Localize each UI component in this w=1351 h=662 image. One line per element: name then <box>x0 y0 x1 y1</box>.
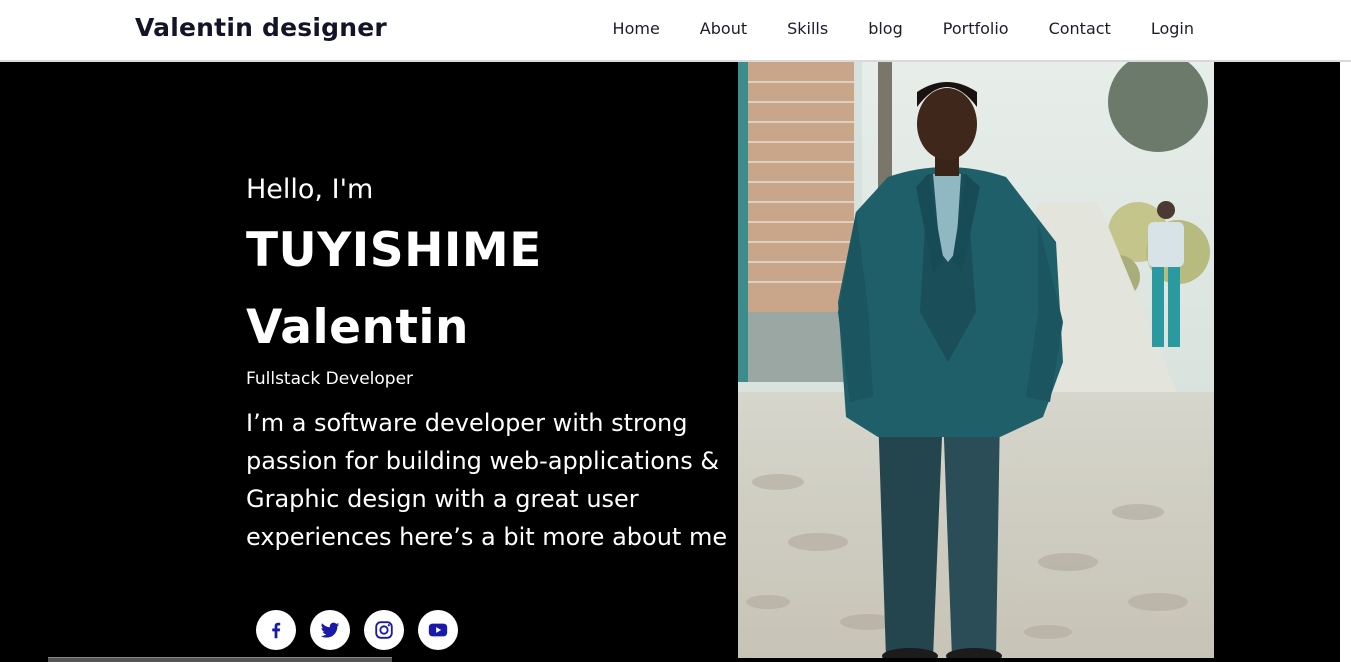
youtube-icon <box>428 623 448 637</box>
twitter-link[interactable] <box>310 610 350 650</box>
brand-logo[interactable]: Valentin designer <box>135 13 387 42</box>
main-nav: Home About Skills blog Portfolio Contact… <box>613 19 1194 39</box>
profile-photo <box>738 62 1214 658</box>
nav-portfolio[interactable]: Portfolio <box>943 19 1009 39</box>
youtube-link[interactable] <box>418 610 458 650</box>
instagram-link[interactable] <box>364 610 404 650</box>
nav-contact[interactable]: Contact <box>1049 19 1111 39</box>
twitter-icon <box>320 622 340 638</box>
instagram-icon <box>375 621 393 639</box>
horizontal-scrollbar[interactable] <box>48 657 392 662</box>
hero-name-first: TUYISHIME <box>246 223 542 278</box>
nav-about[interactable]: About <box>700 19 747 39</box>
hero-intro: Hello, I'm TUYISHIME Valentin Fullstack … <box>246 168 736 556</box>
page-edge <box>1340 62 1351 662</box>
hero-name-last: Valentin <box>246 300 470 355</box>
facebook-link[interactable] <box>256 610 296 650</box>
facebook-icon <box>272 622 281 639</box>
hero-greeting: Hello, I'm <box>246 174 374 205</box>
social-links <box>256 610 458 650</box>
profile-photo-illustration <box>738 62 1214 658</box>
nav-home[interactable]: Home <box>613 19 660 39</box>
hero-role: Fullstack Developer <box>246 369 414 389</box>
nav-login[interactable]: Login <box>1151 19 1194 39</box>
hero-bio: I’m a software developer with strong pas… <box>246 409 728 551</box>
top-navbar: Valentin designer Home About Skills blog… <box>0 0 1351 62</box>
nav-blog[interactable]: blog <box>868 19 903 39</box>
nav-skills[interactable]: Skills <box>787 19 828 39</box>
